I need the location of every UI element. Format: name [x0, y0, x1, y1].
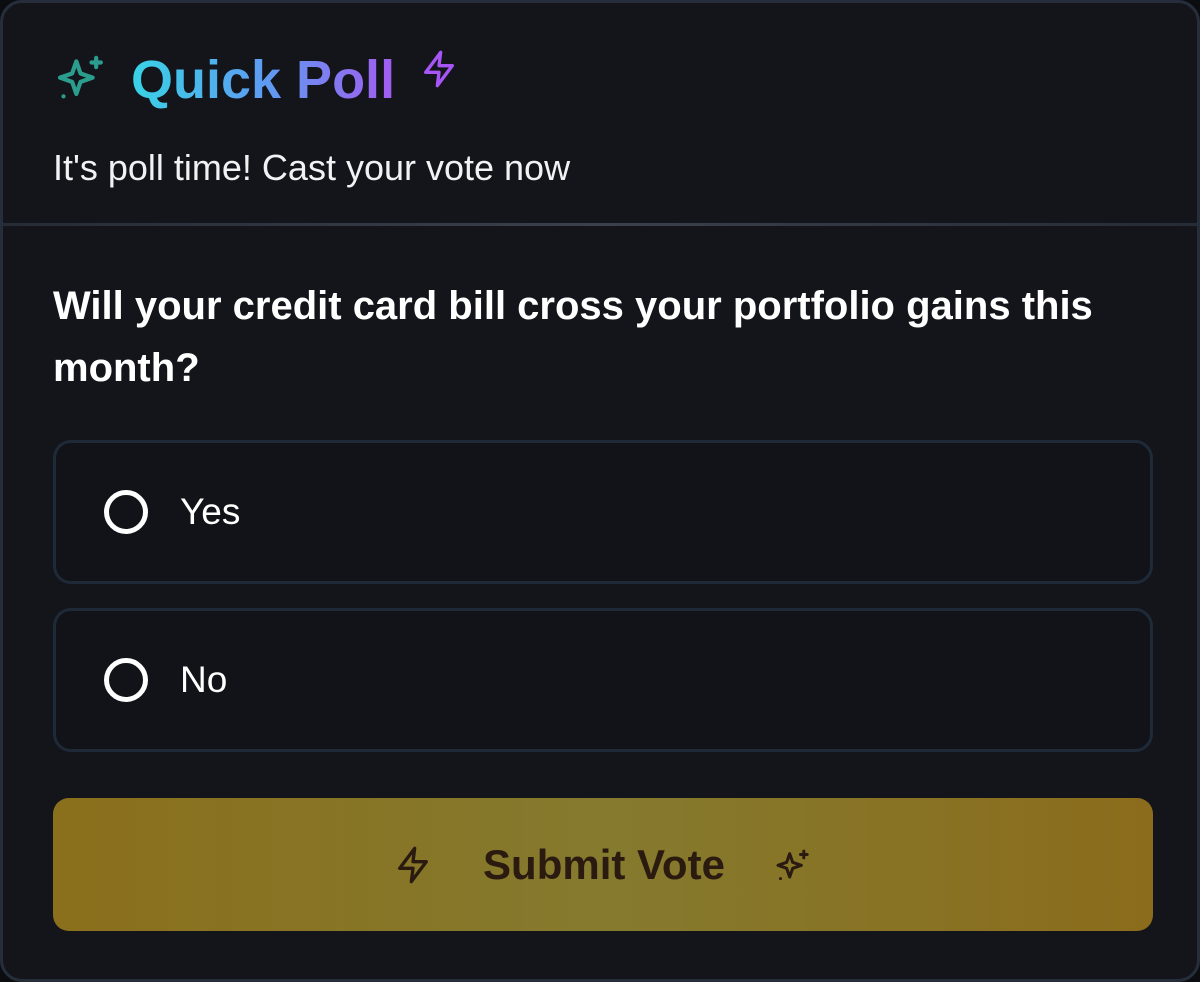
sparkles-icon	[773, 845, 813, 885]
sparkles-icon	[53, 52, 109, 108]
poll-subtitle: It's poll time! Cast your vote now	[53, 147, 571, 188]
option-label: Yes	[180, 491, 241, 532]
submit-vote-button[interactable]: Submit Vote	[53, 798, 1153, 931]
poll-header: Quick Poll It's poll time! Cast your vot…	[3, 3, 1197, 225]
lightning-bolt-icon	[419, 49, 459, 89]
title-row: Quick Poll	[53, 47, 459, 113]
poll-option-no[interactable]: No	[53, 608, 1153, 752]
poll-title: Quick Poll	[131, 47, 395, 113]
submit-vote-label: Submit Vote	[483, 840, 725, 888]
option-label: No	[180, 659, 228, 700]
header-divider	[3, 223, 1197, 226]
radio-button[interactable]	[104, 490, 148, 534]
radio-button[interactable]	[104, 658, 148, 702]
poll-question: Will your credit card bill cross your po…	[53, 284, 1093, 390]
poll-card: Quick Poll It's poll time! Cast your vot…	[0, 0, 1200, 982]
lightning-bolt-icon	[393, 845, 433, 885]
poll-option-yes[interactable]: Yes	[53, 440, 1153, 584]
